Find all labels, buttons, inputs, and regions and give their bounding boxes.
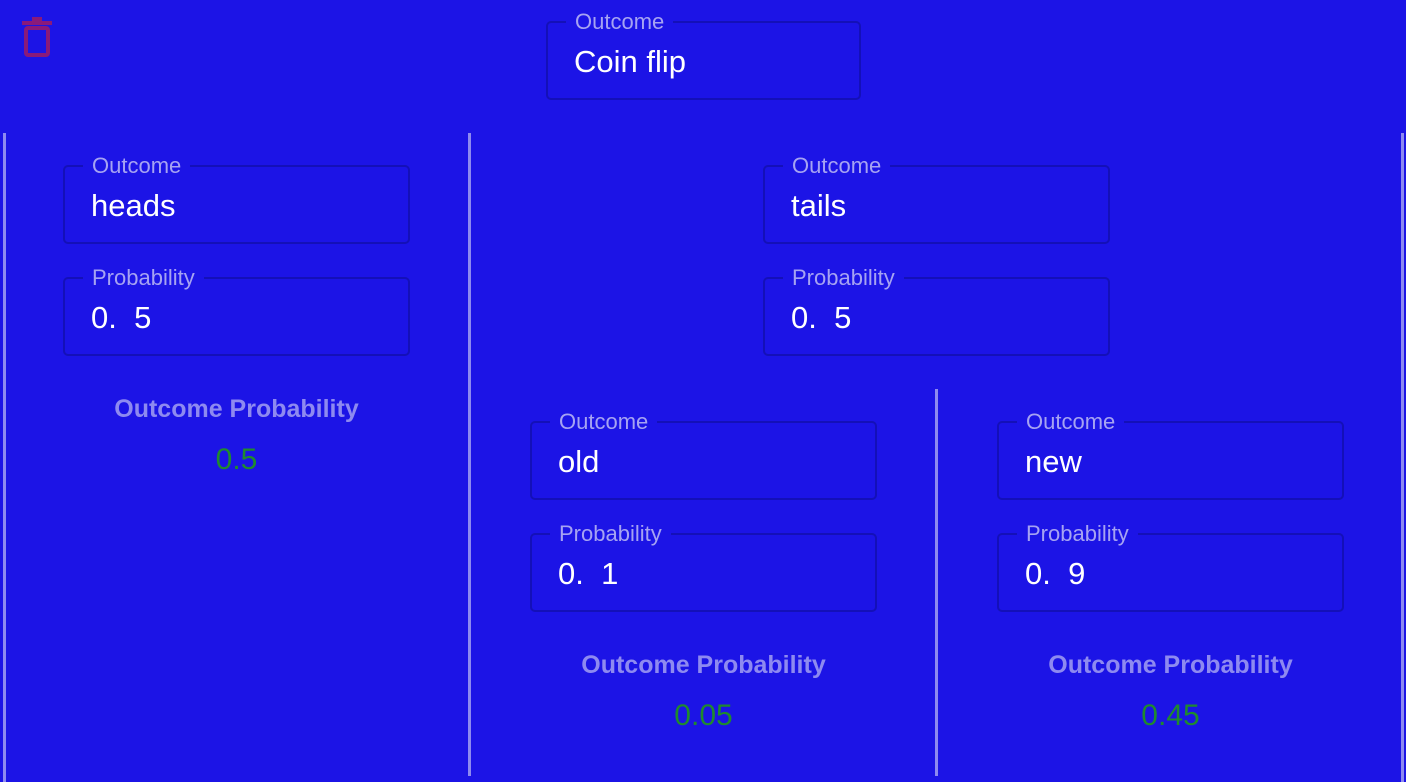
tails-outcome-label: Outcome xyxy=(783,155,891,177)
heads-outcome-probability-label: Outcome Probability xyxy=(114,395,359,423)
old-outcome-input[interactable]: old xyxy=(558,445,599,479)
heads-outcome-field[interactable]: Outcome heads xyxy=(63,155,410,244)
root-outcome-field[interactable]: Outcome Coin flip xyxy=(546,11,861,100)
old-outcome-probability-value: 0.05 xyxy=(674,699,733,732)
branch-divider-middle xyxy=(468,133,471,776)
root-outcome-label: Outcome xyxy=(566,11,674,33)
tails-probability-input[interactable]: 0. 5 xyxy=(791,301,851,335)
branch-divider-right xyxy=(1401,133,1404,782)
root-outcome-input[interactable]: Coin flip xyxy=(574,45,686,79)
tails-probability-field[interactable]: Probability 0. 5 xyxy=(763,267,1110,356)
new-outcome-probability-label: Outcome Probability xyxy=(1048,651,1293,679)
branch-divider-left xyxy=(3,133,6,782)
heads-outcome-input[interactable]: heads xyxy=(91,189,175,223)
trash-icon[interactable] xyxy=(20,16,54,58)
heads-probability-field[interactable]: Probability 0. 5 xyxy=(63,267,410,356)
heads-outcome-probability-value: 0.5 xyxy=(215,443,258,476)
old-outcome-label: Outcome xyxy=(550,411,658,433)
old-probability-label: Probability xyxy=(550,523,671,545)
heads-outcome-label: Outcome xyxy=(83,155,191,177)
old-probability-input[interactable]: 0. 1 xyxy=(558,557,618,591)
old-outcome-field[interactable]: Outcome old xyxy=(530,411,877,500)
heads-probability-input[interactable]: 0. 5 xyxy=(91,301,151,335)
new-outcome-probability-value: 0.45 xyxy=(1141,699,1200,732)
new-outcome-label: Outcome xyxy=(1017,411,1125,433)
new-probability-label: Probability xyxy=(1017,523,1138,545)
tails-outcome-field[interactable]: Outcome tails xyxy=(763,155,1110,244)
new-outcome-field[interactable]: Outcome new xyxy=(997,411,1344,500)
new-probability-input[interactable]: 0. 9 xyxy=(1025,557,1085,591)
tails-probability-label: Probability xyxy=(783,267,904,289)
sub-branch-divider xyxy=(935,389,938,776)
heads-probability-label: Probability xyxy=(83,267,204,289)
old-outcome-probability-label: Outcome Probability xyxy=(581,651,826,679)
old-probability-field[interactable]: Probability 0. 1 xyxy=(530,523,877,612)
new-probability-field[interactable]: Probability 0. 9 xyxy=(997,523,1344,612)
tails-outcome-input[interactable]: tails xyxy=(791,189,846,223)
new-outcome-input[interactable]: new xyxy=(1025,445,1082,479)
